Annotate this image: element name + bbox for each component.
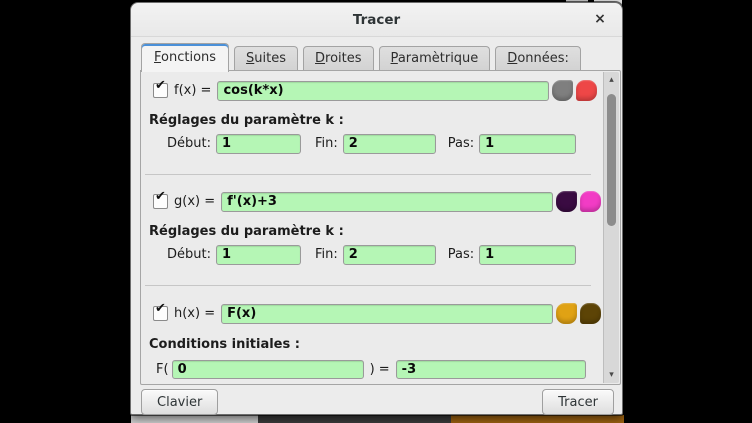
function-h-color-swatch-2[interactable] bbox=[580, 303, 601, 324]
background-window-strip bbox=[258, 415, 451, 423]
checkmark-icon: ✔ bbox=[155, 301, 166, 316]
debut-input-f[interactable]: 1 bbox=[216, 134, 301, 154]
param-row-f: Début: 1 Fin: 2 Pas: 1 bbox=[141, 133, 602, 154]
checkmark-icon: ✔ bbox=[155, 189, 166, 204]
pas-input-g[interactable]: 1 bbox=[479, 245, 576, 265]
background-window-strip bbox=[131, 415, 258, 423]
condition-value: -3 bbox=[402, 362, 416, 377]
debut-label: Début: bbox=[167, 136, 211, 151]
condition-argument-input[interactable]: 0 bbox=[172, 360, 364, 379]
tab-suites[interactable]: Suites bbox=[234, 46, 298, 71]
conditions-heading: Conditions initiales : bbox=[149, 337, 602, 353]
formula-value: f'(x)+3 bbox=[227, 194, 277, 209]
tab-fonctions[interactable]: Fonctions bbox=[141, 43, 229, 72]
function-f-color-swatch-1[interactable] bbox=[552, 80, 573, 101]
function-f-enabled-checkbox[interactable]: ✔ bbox=[153, 83, 168, 98]
debut-value: 1 bbox=[222, 136, 231, 151]
screen: Tracer × Fonctions Suites Droites Paramè… bbox=[0, 0, 752, 423]
tab-label: P bbox=[391, 51, 398, 66]
function-h-label: h(x) = bbox=[174, 306, 215, 321]
pas-value: 1 bbox=[485, 136, 494, 151]
window-title: Tracer bbox=[131, 12, 622, 28]
condition-value-input[interactable]: -3 bbox=[396, 360, 586, 379]
tracer-dialog: Tracer × Fonctions Suites Droites Paramè… bbox=[130, 2, 623, 415]
function-g-enabled-checkbox[interactable]: ✔ bbox=[153, 194, 168, 209]
vertical-scrollbar[interactable]: ▴ ▾ bbox=[603, 72, 619, 383]
tracer-button[interactable]: Tracer bbox=[542, 389, 614, 415]
fin-value: 2 bbox=[349, 247, 358, 262]
tab-label: aramètrique bbox=[398, 51, 478, 66]
tab-label: onctions bbox=[161, 50, 216, 65]
condition-prefix: F( bbox=[156, 362, 169, 377]
function-f-formula-input[interactable]: cos(k*x) bbox=[217, 81, 549, 101]
pas-value: 1 bbox=[485, 247, 494, 262]
formula-value: cos(k*x) bbox=[223, 83, 283, 98]
pas-label: Pas: bbox=[448, 136, 474, 151]
scroll-down-icon[interactable]: ▾ bbox=[604, 370, 619, 380]
separator bbox=[145, 285, 591, 286]
param-heading-f: Réglages du paramètre k : bbox=[149, 113, 602, 129]
tracer-button-label: Tracer bbox=[558, 395, 598, 410]
fin-input-g[interactable]: 2 bbox=[343, 245, 436, 265]
function-g-formula-input[interactable]: f'(x)+3 bbox=[221, 192, 553, 212]
checkmark-icon: ✔ bbox=[155, 78, 166, 93]
function-row-g: ✔ g(x) = f'(x)+3 bbox=[141, 191, 602, 212]
tab-label: D bbox=[315, 51, 325, 66]
functions-list: ✔ f(x) = cos(k*x) Réglages du paramètre … bbox=[141, 71, 602, 379]
tab-droites[interactable]: Droites bbox=[303, 46, 374, 71]
function-h-formula-input[interactable]: F(x) bbox=[221, 304, 553, 324]
pas-input-f[interactable]: 1 bbox=[479, 134, 576, 154]
param-heading-g: Réglages du paramètre k : bbox=[149, 224, 602, 240]
argument-value: 0 bbox=[178, 362, 187, 377]
scrollbar-thumb[interactable] bbox=[607, 94, 616, 226]
separator bbox=[145, 174, 591, 175]
fin-label: Fin: bbox=[315, 247, 338, 262]
debut-value: 1 bbox=[222, 247, 231, 262]
function-h-enabled-checkbox[interactable]: ✔ bbox=[153, 306, 168, 321]
tab-label: F bbox=[154, 50, 161, 65]
function-row-f: ✔ f(x) = cos(k*x) bbox=[141, 80, 602, 101]
fin-label: Fin: bbox=[315, 136, 338, 151]
functions-scroll-area: ✔ f(x) = cos(k*x) Réglages du paramètre … bbox=[140, 70, 621, 385]
tab-parametrique[interactable]: Paramètrique bbox=[379, 46, 491, 71]
function-g-color-swatch-1[interactable] bbox=[556, 191, 577, 212]
titlebar[interactable]: Tracer × bbox=[131, 3, 622, 37]
tab-donnees[interactable]: Données: bbox=[495, 46, 581, 71]
function-f-label: f(x) = bbox=[174, 83, 211, 98]
formula-value: F(x) bbox=[227, 306, 256, 321]
condition-equals: ) = bbox=[370, 362, 390, 377]
clavier-button[interactable]: Clavier bbox=[141, 389, 218, 415]
function-g-label: g(x) = bbox=[174, 194, 215, 209]
close-icon[interactable]: × bbox=[591, 10, 609, 28]
initial-conditions-row: F( 0 ) = -3 bbox=[141, 359, 602, 379]
tab-label: D bbox=[507, 51, 517, 66]
function-row-h: ✔ h(x) = F(x) bbox=[141, 303, 602, 324]
debut-label: Début: bbox=[167, 247, 211, 262]
tab-bar: Fonctions Suites Droites Paramètrique Do… bbox=[141, 43, 612, 71]
debut-input-g[interactable]: 1 bbox=[216, 245, 301, 265]
fin-input-f[interactable]: 2 bbox=[343, 134, 436, 154]
tab-label: roites bbox=[325, 51, 362, 66]
pas-label: Pas: bbox=[448, 247, 474, 262]
param-row-g: Début: 1 Fin: 2 Pas: 1 bbox=[141, 244, 602, 265]
tab-label: onnées: bbox=[517, 51, 569, 66]
clavier-button-label: Clavier bbox=[157, 395, 202, 410]
function-f-color-swatch-2[interactable] bbox=[576, 80, 597, 101]
scroll-up-icon[interactable]: ▴ bbox=[604, 75, 619, 85]
tab-label: uites bbox=[254, 51, 286, 66]
background-window-strip bbox=[451, 415, 624, 423]
function-h-color-swatch-1[interactable] bbox=[556, 303, 577, 324]
fin-value: 2 bbox=[349, 136, 358, 151]
function-g-color-swatch-2[interactable] bbox=[580, 191, 601, 212]
